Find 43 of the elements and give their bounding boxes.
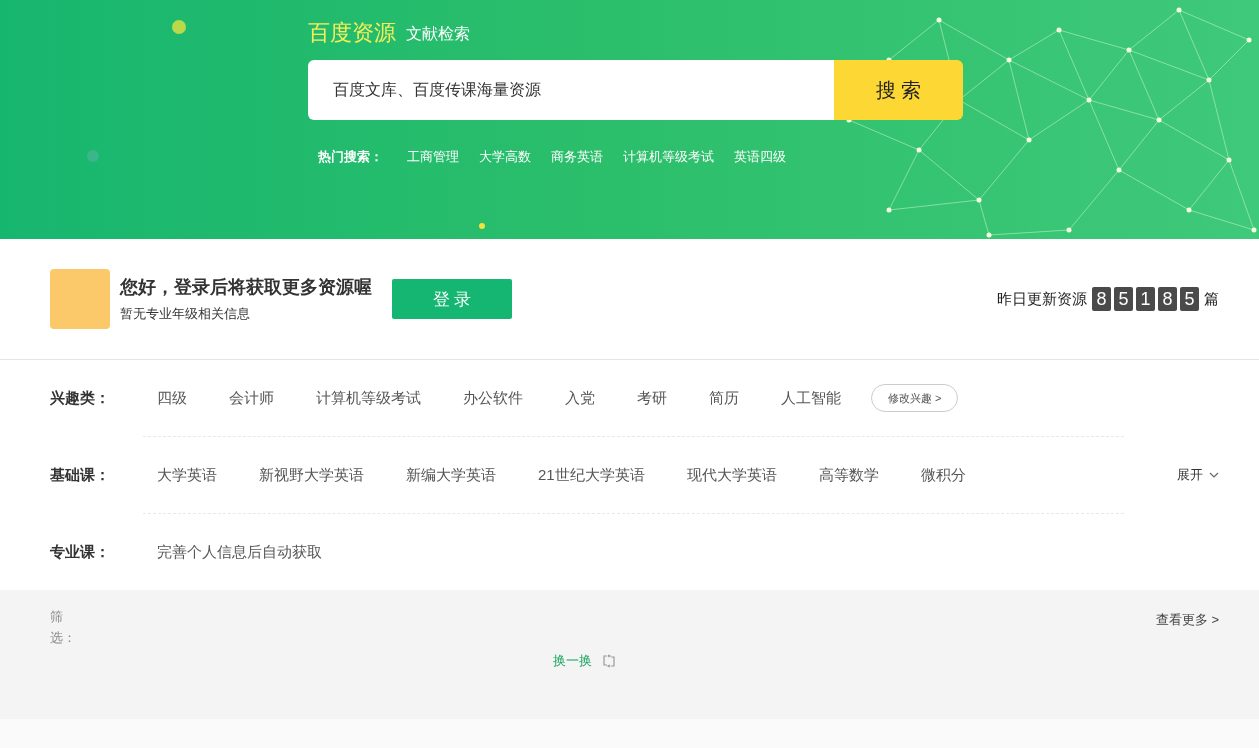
category-link[interactable]: 四级: [157, 388, 187, 408]
category-link[interactable]: 计算机等级考试: [316, 388, 421, 408]
search-button[interactable]: 搜 索: [834, 60, 963, 120]
decoration-dot: [172, 20, 186, 34]
category-link[interactable]: 人工智能: [781, 388, 841, 408]
expand-link[interactable]: 展开: [1177, 466, 1219, 484]
category-link[interactable]: 现代大学英语: [686, 465, 777, 485]
search-field[interactable]: 百度文库、百度传课海量资源: [308, 60, 834, 120]
avatar-image: [50, 269, 110, 329]
profile-info-text: 暂无专业年级相关信息: [120, 305, 251, 323]
counter-digit: 1: [1136, 287, 1155, 311]
brand-subtitle: 文献检索: [406, 24, 470, 44]
refresh-icon: [602, 654, 616, 668]
chevron-down-icon: [1209, 472, 1219, 478]
category-label: 兴趣类：: [50, 388, 111, 408]
view-more-link[interactable]: 查看更多 >: [1155, 611, 1219, 648]
edit-interests-button[interactable]: 修改兴趣 >: [871, 384, 959, 412]
decoration-dot: [479, 223, 485, 229]
decoration-dot: [87, 150, 99, 162]
category-link[interactable]: 简历: [709, 388, 739, 408]
category-link[interactable]: 大学英语: [157, 465, 217, 485]
category-link[interactable]: 高等数学: [818, 465, 879, 485]
filter-label: 筛选：: [50, 608, 77, 647]
category-link[interactable]: 考研: [637, 388, 667, 408]
update-label: 昨日更新资源: [997, 289, 1087, 309]
category-link[interactable]: 21世纪大学英语: [538, 465, 645, 485]
category-link[interactable]: 新编大学英语: [406, 465, 496, 485]
counter-digit: 8: [1092, 287, 1111, 311]
counter-digit: 5: [1114, 287, 1133, 311]
category-label: 专业课：: [50, 542, 111, 562]
category-label: 基础课：: [50, 465, 111, 485]
counter-digit: 8: [1158, 287, 1177, 311]
category-link[interactable]: 入党: [565, 388, 595, 408]
greeting-text: 您好，登录后将获取更多资源喔: [120, 276, 372, 299]
category-link[interactable]: 微积分: [920, 465, 966, 485]
category-link[interactable]: 会计师: [229, 388, 274, 408]
category-link[interactable]: 办公软件: [463, 388, 523, 408]
category-link[interactable]: 新视野大学英语: [259, 465, 364, 485]
hot-search-label: 热门搜索：: [318, 148, 383, 166]
brand-title: 百度资源: [308, 19, 396, 47]
counter-digit: 5: [1180, 287, 1199, 311]
category-note: 完善个人信息后自动获取: [157, 542, 322, 562]
update-unit: 篇: [1204, 289, 1219, 309]
